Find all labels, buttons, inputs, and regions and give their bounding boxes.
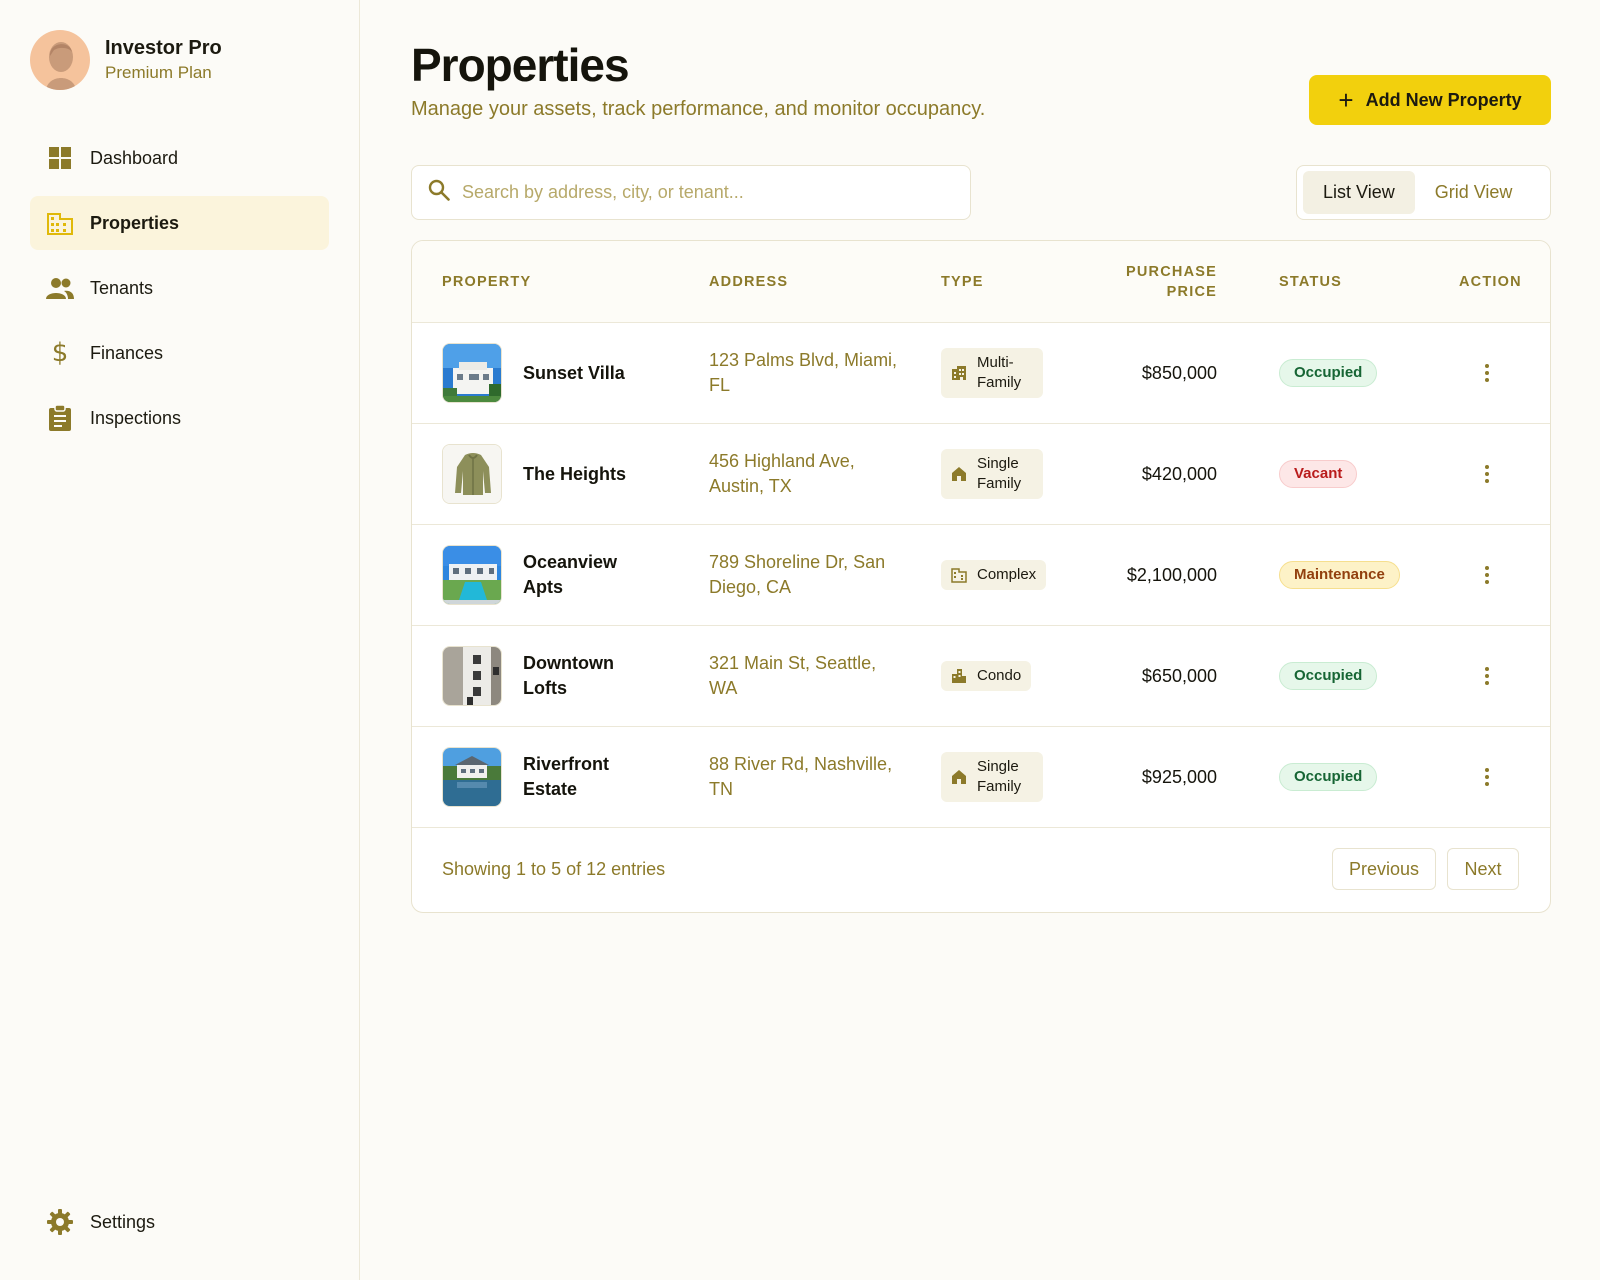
nav-item-tenants[interactable]: Tenants bbox=[30, 261, 329, 315]
column-header-status[interactable]: STATUS bbox=[1279, 241, 1342, 323]
purchase-price: $2,100,000 bbox=[1126, 564, 1217, 585]
property-name[interactable]: The Heights bbox=[523, 462, 653, 487]
table-footer: Showing 1 to 5 of 12 entries Previous Ne… bbox=[412, 828, 1550, 910]
property-name[interactable]: Downtown Lofts bbox=[523, 651, 653, 701]
nav-item-finances[interactable]: $ Finances bbox=[30, 326, 329, 380]
search-input[interactable] bbox=[460, 181, 940, 204]
more-actions-icon[interactable] bbox=[1484, 424, 1490, 524]
user-profile[interactable]: Investor Pro Premium Plan bbox=[30, 30, 222, 90]
list-view-button[interactable]: List View bbox=[1303, 171, 1415, 214]
search-bar bbox=[411, 165, 971, 220]
type-label: Multi-Family bbox=[977, 354, 1022, 391]
nav-label: Inspections bbox=[90, 407, 182, 428]
page-title: Properties bbox=[411, 39, 630, 91]
clipboard-icon bbox=[46, 404, 74, 432]
more-actions-icon[interactable] bbox=[1484, 626, 1490, 726]
property-address: 321 Main St, Seattle, WA bbox=[709, 653, 877, 698]
column-header-property[interactable]: PROPERTY bbox=[442, 241, 531, 323]
property-address: 123 Palms Blvd, Miami, FL bbox=[709, 350, 898, 395]
nav-label: Dashboard bbox=[90, 147, 179, 168]
people-icon bbox=[46, 274, 74, 302]
table-row[interactable]: Downtown Lofts 321 Main St, Seattle, WA … bbox=[412, 626, 1550, 727]
previous-page-button[interactable]: Previous bbox=[1332, 848, 1436, 890]
type-badge: Condo bbox=[941, 661, 1032, 691]
dashboard-icon bbox=[46, 144, 74, 172]
type-label: Complex bbox=[977, 566, 1037, 583]
add-new-property-button[interactable]: + Add New Property bbox=[1309, 75, 1551, 125]
status-badge: Occupied bbox=[1279, 359, 1378, 387]
profile-name: Investor Pro bbox=[105, 37, 222, 59]
more-actions-icon[interactable] bbox=[1484, 323, 1490, 423]
villa-thumbnail bbox=[442, 343, 502, 403]
column-header-type[interactable]: TYPE bbox=[941, 241, 984, 323]
view-toggle: List View Grid View bbox=[1296, 165, 1551, 220]
purchase-price: $650,000 bbox=[1141, 665, 1217, 686]
next-page-button[interactable]: Next bbox=[1447, 848, 1519, 890]
column-header-address[interactable]: ADDRESS bbox=[709, 241, 788, 323]
loft-building-thumbnail bbox=[442, 646, 502, 706]
lake-house-thumbnail bbox=[442, 747, 502, 807]
more-actions-icon[interactable] bbox=[1484, 727, 1490, 827]
status-badge: Occupied bbox=[1279, 662, 1378, 690]
house-icon bbox=[951, 466, 967, 482]
type-label: Condo bbox=[977, 667, 1022, 684]
column-header-price-line2: PRICE bbox=[1166, 284, 1217, 300]
plus-icon: + bbox=[1338, 85, 1354, 115]
sidebar: Investor Pro Premium Plan Dashboard Prop… bbox=[0, 0, 360, 1280]
property-address: 789 Shoreline Dr, San Diego, CA bbox=[709, 552, 886, 597]
property-name[interactable]: Riverfront Estate bbox=[523, 752, 653, 802]
property-address: 456 Highland Ave, Austin, TX bbox=[709, 451, 855, 496]
table-row[interactable]: Sunset Villa 123 Palms Blvd, Miami, FL M… bbox=[412, 323, 1550, 424]
table-row[interactable]: Oceanview Apts 789 Shoreline Dr, San Die… bbox=[412, 525, 1550, 626]
purchase-price: $925,000 bbox=[1141, 766, 1217, 787]
search-icon bbox=[428, 179, 450, 206]
purchase-price: $420,000 bbox=[1141, 463, 1217, 484]
avatar bbox=[30, 30, 90, 90]
building-icon bbox=[951, 567, 967, 583]
grid-view-button[interactable]: Grid View bbox=[1415, 171, 1533, 214]
column-header-action: ACTION bbox=[1459, 274, 1522, 290]
type-badge: Single Family bbox=[941, 752, 1043, 802]
nav-item-properties[interactable]: Properties bbox=[30, 196, 329, 250]
property-name[interactable]: Oceanview Apts bbox=[523, 550, 653, 600]
nav-label: Finances bbox=[90, 342, 164, 363]
nav-item-inspections[interactable]: Inspections bbox=[30, 391, 329, 445]
city-icon bbox=[951, 668, 967, 684]
status-badge: Vacant bbox=[1279, 460, 1358, 488]
apartment-icon bbox=[951, 365, 967, 381]
type-badge: Complex bbox=[941, 560, 1047, 590]
more-actions-icon[interactable] bbox=[1484, 525, 1490, 625]
table-row[interactable]: The Heights 456 Highland Ave, Austin, TX… bbox=[412, 424, 1550, 525]
gear-icon bbox=[46, 1208, 74, 1236]
property-name[interactable]: Sunset Villa bbox=[523, 361, 653, 386]
properties-table: PROPERTY ADDRESS TYPE PURCHASE PRICE STA… bbox=[411, 240, 1551, 913]
dollar-icon: $ bbox=[51, 338, 69, 368]
house-icon bbox=[951, 769, 967, 785]
page-subtitle: Manage your assets, track performance, a… bbox=[411, 98, 986, 120]
main-nav: Dashboard Properties Tenants $ Finances … bbox=[30, 131, 329, 456]
type-label: Single Family bbox=[977, 758, 1022, 795]
column-header-price-line1: PURCHASE bbox=[1126, 264, 1217, 280]
type-label: Single Family bbox=[977, 455, 1022, 492]
profile-plan: Premium Plan bbox=[105, 63, 212, 82]
table-header: PROPERTY ADDRESS TYPE PURCHASE PRICE STA… bbox=[412, 241, 1550, 323]
status-badge: Occupied bbox=[1279, 763, 1378, 791]
property-address: 88 River Rd, Nashville, TN bbox=[709, 754, 893, 799]
building-icon bbox=[46, 209, 74, 237]
nav-label: Tenants bbox=[90, 277, 154, 298]
nav-item-dashboard[interactable]: Dashboard bbox=[30, 131, 329, 185]
nav-item-settings[interactable]: Settings bbox=[30, 1195, 329, 1249]
type-badge: Single Family bbox=[941, 449, 1043, 499]
add-button-label: Add New Property bbox=[1365, 89, 1522, 110]
table-row[interactable]: Riverfront Estate 88 River Rd, Nashville… bbox=[412, 727, 1550, 828]
column-header-purchase-price[interactable]: PURCHASE PRICE bbox=[1052, 241, 1217, 323]
jacket-thumbnail bbox=[442, 444, 502, 504]
status-badge: Maintenance bbox=[1279, 561, 1400, 589]
pool-house-thumbnail bbox=[442, 545, 502, 605]
purchase-price: $850,000 bbox=[1141, 362, 1217, 383]
pagination-summary: Showing 1 to 5 of 12 entries bbox=[442, 858, 666, 879]
nav-label: Settings bbox=[90, 1211, 156, 1232]
nav-label: Properties bbox=[90, 212, 180, 233]
type-badge: Multi-Family bbox=[941, 348, 1043, 398]
